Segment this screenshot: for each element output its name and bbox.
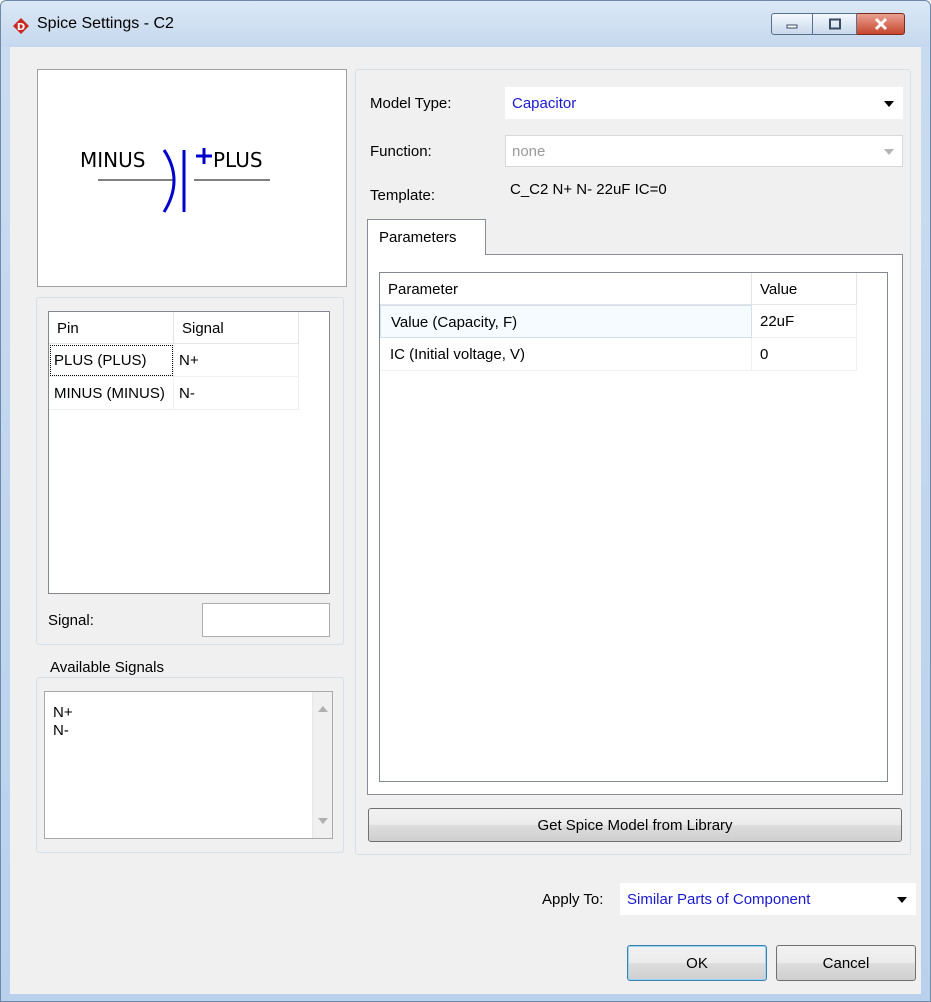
signal-cell[interactable]: N+ [174, 344, 299, 377]
signal-input[interactable] [202, 603, 330, 637]
svg-text:D: D [17, 22, 25, 33]
pin-cell[interactable]: MINUS (MINUS) [49, 377, 174, 410]
pin-cell[interactable]: PLUS (PLUS) [49, 344, 174, 377]
pin-signal-table: Pin Signal PLUS (PLUS) N+ MINUS (MINUS) … [48, 311, 330, 594]
available-signals-list[interactable]: N+ N- [44, 691, 333, 839]
model-type-value: Capacitor [512, 95, 577, 112]
available-signals-label: Available Signals [48, 659, 166, 676]
plus-pin-label: PLUS [213, 148, 263, 172]
function-value: none [512, 143, 546, 160]
apply-to-select[interactable]: Similar Parts of Component [620, 883, 916, 915]
parameter-name-cell[interactable]: Value (Capacity, F) [380, 305, 752, 338]
capacitor-symbol-icon: MINUS PLUS [80, 148, 270, 213]
list-item[interactable]: N- [53, 722, 69, 739]
list-item[interactable]: N+ [53, 704, 73, 721]
template-value: C_C2 N+ N- 22uF IC=0 [510, 181, 667, 198]
maximize-icon [828, 18, 841, 30]
minus-pin-label: MINUS [80, 148, 145, 172]
column-header-pin[interactable]: Pin [49, 312, 174, 344]
apply-to-value: Similar Parts of Component [627, 891, 811, 908]
vertical-scrollbar[interactable] [312, 692, 332, 838]
parameter-name-cell[interactable]: IC (Initial voltage, V) [380, 338, 752, 371]
minimize-button[interactable] [771, 13, 813, 35]
scroll-down-icon [318, 818, 328, 824]
get-spice-model-button[interactable]: Get Spice Model from Library [368, 808, 902, 842]
parameter-value-cell[interactable]: 0 [752, 338, 857, 371]
chevron-down-icon [884, 149, 894, 155]
function-select[interactable]: none [505, 135, 903, 167]
parameter-value-cell[interactable]: 22uF [752, 305, 857, 338]
close-icon [874, 17, 887, 31]
app-logo-icon: D [13, 18, 29, 34]
tab-parameters[interactable]: Parameters [367, 219, 486, 255]
minimize-icon [786, 24, 798, 29]
parameters-table: Parameter Value Value (Capacity, F) 22uF… [379, 272, 888, 782]
column-header-value[interactable]: Value [752, 273, 857, 305]
chevron-down-icon [884, 101, 894, 107]
maximize-button[interactable] [813, 13, 857, 35]
scroll-up-icon [318, 706, 328, 712]
title-bar[interactable]: D Spice Settings - C2 [1, 1, 930, 47]
model-type-select[interactable]: Capacitor [505, 87, 903, 119]
cancel-button[interactable]: Cancel [776, 945, 916, 981]
chevron-down-icon [897, 897, 907, 903]
window-title: Spice Settings - C2 [37, 15, 174, 32]
signal-label: Signal: [48, 612, 94, 629]
dialog-window: D Spice Settings - C2 MINUS PLUS Pin Sig… [0, 0, 931, 1002]
ok-button[interactable]: OK [627, 945, 767, 981]
function-label: Function: [370, 143, 432, 160]
close-button[interactable] [857, 13, 905, 35]
signal-cell[interactable]: N- [174, 377, 299, 410]
symbol-preview: MINUS PLUS [37, 69, 347, 287]
apply-to-label: Apply To: [542, 891, 604, 908]
dialog-body: MINUS PLUS Pin Signal PLUS (PLUS) N+ MIN… [10, 47, 921, 994]
model-type-label: Model Type: [370, 95, 452, 112]
column-header-parameter[interactable]: Parameter [380, 273, 752, 305]
column-header-signal[interactable]: Signal [174, 312, 299, 344]
template-label: Template: [370, 187, 436, 204]
